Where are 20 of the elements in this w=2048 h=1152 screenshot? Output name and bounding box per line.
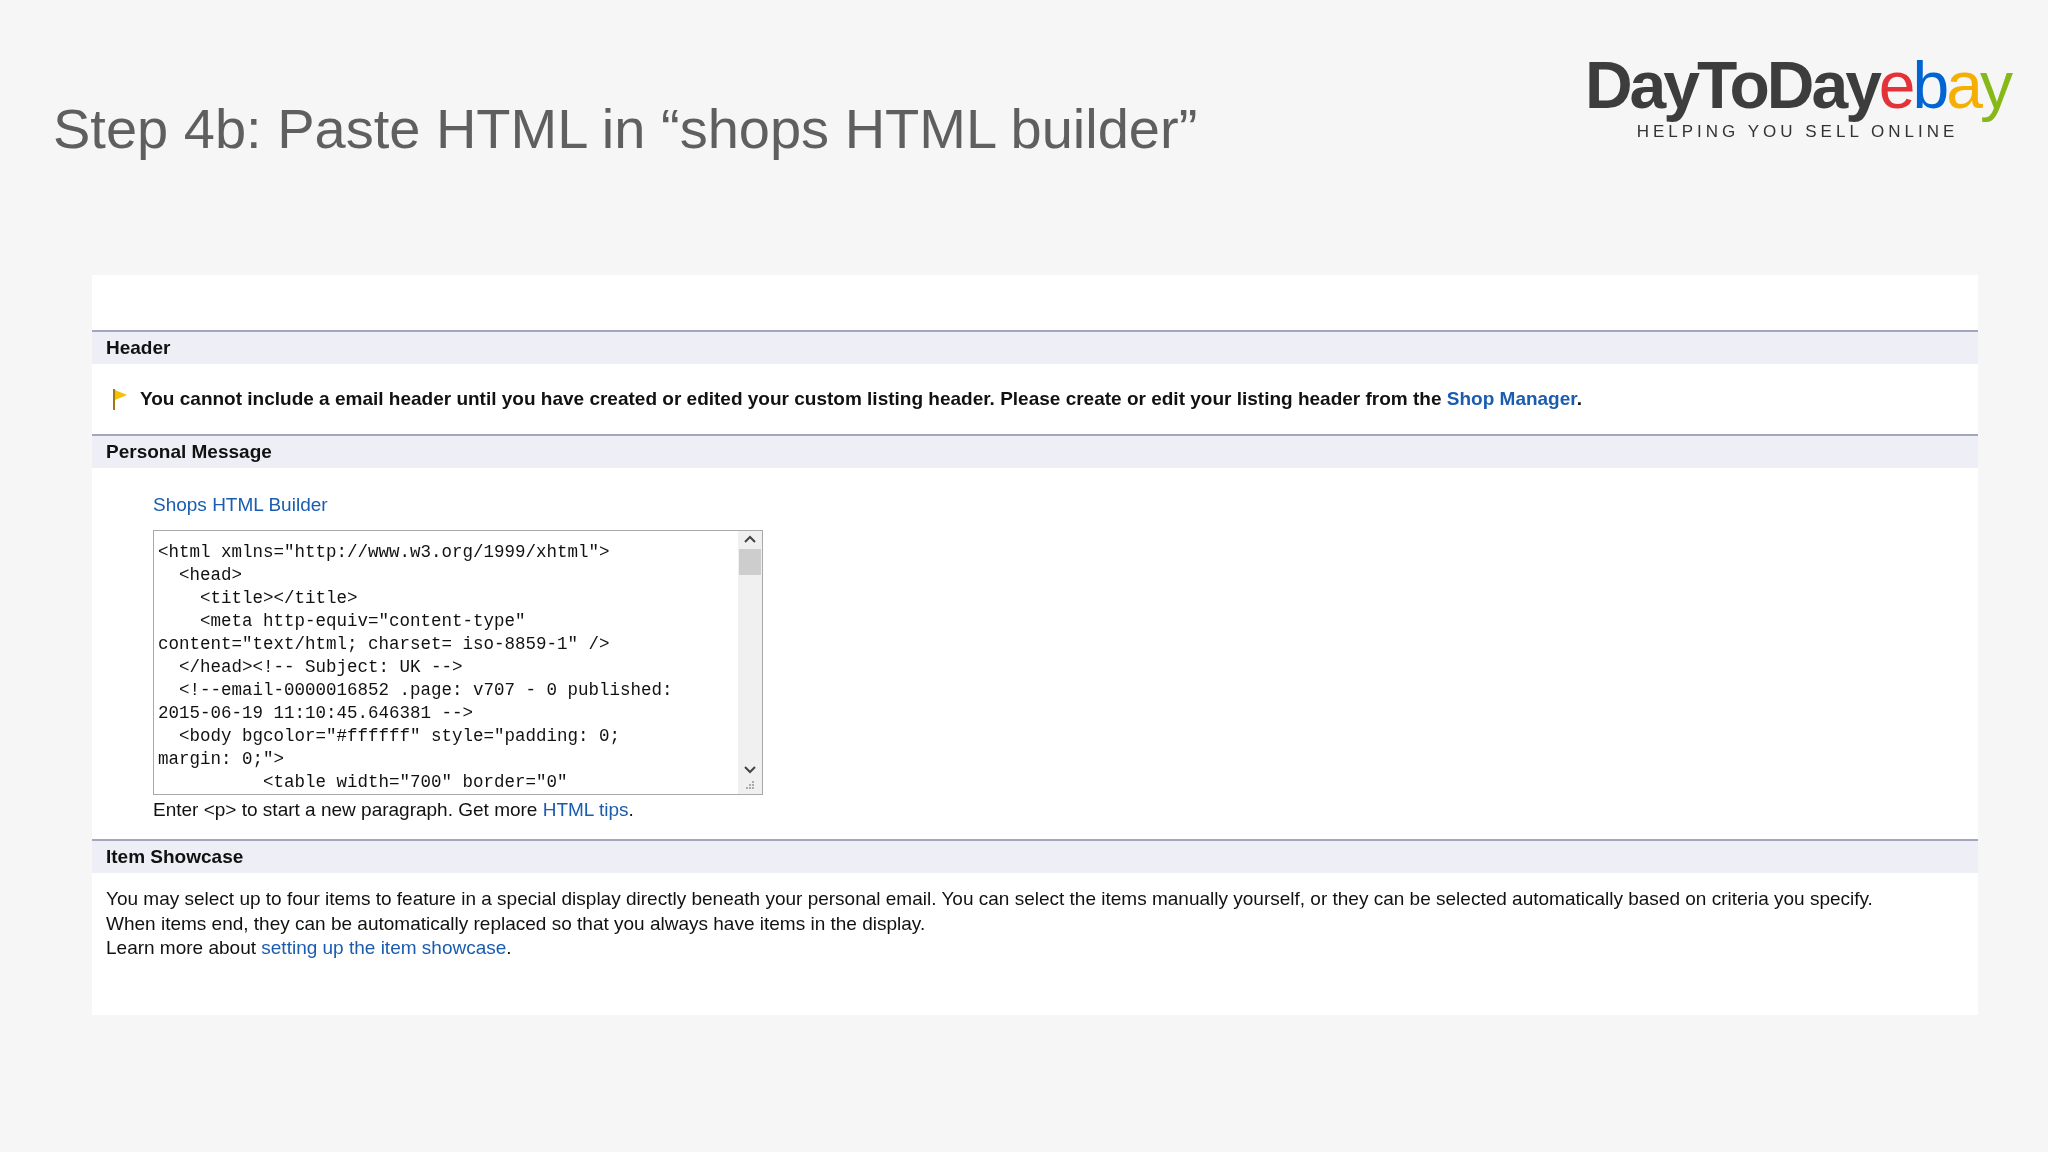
scroll-up-icon[interactable]	[744, 535, 756, 543]
learn-more-text: Learn more about setting up the item showcase.	[106, 936, 513, 960]
html-tips-link[interactable]: HTML tips	[542, 799, 629, 820]
description-text: You may select up to four items to feature in a special display directly beneath your personal email. You can select the items manually yourself, or they can be selected automatically based on criteria you specify.	[106, 887, 1874, 911]
section-header: Header	[92, 330, 1978, 364]
html-editor-field[interactable]: <html xmlns="http://www.w3.org/1999/xhtml"> <head> <title></title> <meta http-equiv="content-type" content="text/html; charset= iso-8859-1" /> </head><!-- Subject: UK --> <!--email-0000016852 .page: v707 - 0 published: 2015-06-19 11:10:45.646381 --> <body bgcolor="#ffffff" style="padding: 0; margin: 0;"> <table width="700" border="0"	[153, 530, 763, 795]
slide-title: Step 4b: Paste HTML in “shops HTML builder”	[53, 96, 1198, 161]
flag-icon	[112, 388, 128, 410]
resize-grip-icon[interactable]	[745, 780, 755, 790]
scrollbar-thumb[interactable]	[739, 549, 761, 575]
scroll-down-icon[interactable]	[744, 766, 756, 774]
item-showcase-link[interactable]: setting up the item showcase	[261, 937, 507, 958]
section-header: Item Showcase	[92, 839, 1978, 873]
notice-text: You cannot include a email header until you have created or edited your custom listing header. Please create or edit your listing header from the Shop Manager.	[140, 388, 1582, 410]
section-header: Personal Message	[92, 434, 1978, 468]
logo-tagline: HELPING YOU SELL ONLINE	[1636, 122, 1959, 142]
hint-text: Enter <p> to start a new paragraph. Get more HTML tips.	[153, 799, 635, 821]
shop-manager-link[interactable]: Shop Manager	[1446, 388, 1577, 409]
description-text: When items end, they can be automatically replaced so that you always have items in the display.	[106, 911, 927, 936]
html-builder-link[interactable]: Shops HTML Builder	[153, 494, 328, 516]
